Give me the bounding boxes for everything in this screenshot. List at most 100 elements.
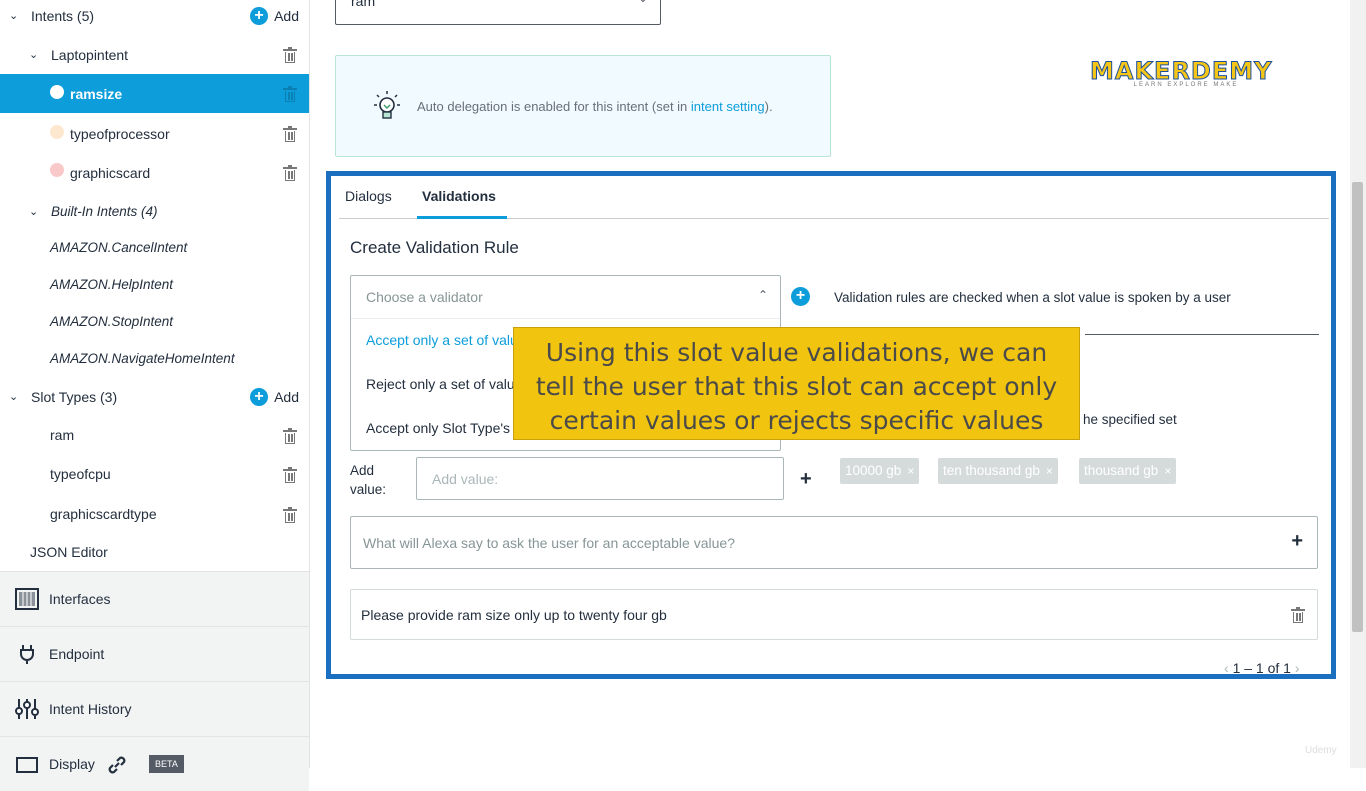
active-tab-indicator — [417, 216, 507, 219]
close-icon[interactable]: × — [1164, 464, 1171, 478]
link-icon[interactable] — [105, 753, 129, 777]
plus-circle-icon: + — [250, 6, 269, 25]
slot-types-header[interactable]: ⌄ Slot Types (3) + Add — [0, 377, 309, 416]
sidebar-item-builtin[interactable]: AMAZON.CancelIntent — [0, 228, 309, 267]
prompt-placeholder: What will Alexa say to ask the user for … — [363, 535, 735, 551]
info-text: Auto delegation is enabled for this inte… — [417, 99, 773, 114]
sidebar-item-slot-type[interactable]: graphicscardtype — [0, 494, 309, 533]
trash-icon[interactable] — [283, 86, 297, 102]
nav-interfaces[interactable]: Interfaces — [0, 571, 309, 626]
pagination-label: 1 – 1 of 1 — [1232, 660, 1291, 676]
intent-name: Laptopintent — [51, 46, 129, 63]
intent-setting-link[interactable]: intent setting — [691, 99, 765, 114]
scrollbar-thumb[interactable] — [1352, 182, 1363, 632]
chevron-left-icon[interactable]: ‹ — [1224, 660, 1229, 676]
chip-label: thousand gb — [1084, 463, 1159, 478]
chevron-down-icon[interactable]: ⌄ — [29, 50, 39, 61]
nav-label: Interfaces — [49, 591, 111, 607]
tab-validations[interactable]: Validations — [422, 188, 496, 204]
value-chip[interactable]: thousand gb × — [1079, 458, 1177, 484]
add-value-label: Add value: — [350, 463, 387, 497]
slot-type-select-value: ram — [351, 0, 376, 9]
makerdemy-logo: MAKERDEMY LEARN EXPLORE MAKE — [1090, 58, 1282, 94]
add-value-input[interactable]: Add value: — [416, 457, 784, 500]
sidebar-item-slot-graphicscard[interactable]: graphicscard — [0, 153, 309, 192]
info-text-main: Auto delegation is enabled for this inte… — [417, 99, 691, 114]
close-icon[interactable]: × — [1046, 464, 1053, 478]
plus-icon[interactable]: + — [1291, 530, 1303, 553]
trash-icon[interactable] — [283, 467, 297, 483]
sidebar-item-slot-type[interactable]: ram — [0, 415, 309, 454]
plus-circle-icon: + — [791, 287, 810, 306]
plug-icon — [20, 645, 34, 664]
video-caption: Using this slot value validations, we ca… — [513, 327, 1080, 440]
chip-label: 10000 gb — [845, 463, 902, 478]
sidebar-item-slot-typeofprocessor[interactable]: typeofprocessor — [0, 114, 309, 153]
nav-label: Intent History — [49, 701, 132, 717]
section-title: Create Validation Rule — [350, 238, 519, 257]
slot-color-dot — [50, 85, 64, 99]
sidebar-item-builtin[interactable]: AMAZON.HelpIntent — [0, 265, 309, 304]
beta-badge: BETA — [149, 755, 184, 773]
builtin-intent-label: AMAZON.CancelIntent — [50, 240, 188, 255]
prompt-response-text: Please provide ram size only up to twent… — [361, 607, 667, 623]
sidebar-item-slot-type[interactable]: typeofcpu — [0, 454, 309, 493]
nav-label: Display — [49, 756, 95, 772]
value-chip[interactable]: 10000 gb × — [840, 458, 920, 484]
slot-type-select[interactable]: ram ⌄ — [335, 0, 661, 25]
trash-icon[interactable] — [283, 47, 297, 63]
trash-icon[interactable] — [283, 428, 297, 444]
chevron-down-icon[interactable]: ⌄ — [9, 11, 19, 22]
add-value-placeholder: Add value: — [432, 471, 499, 487]
slot-color-dot — [50, 125, 64, 139]
trash-icon[interactable] — [1291, 607, 1305, 623]
add-validation-button[interactable]: + — [791, 287, 810, 306]
slot-color-dot — [50, 163, 64, 177]
info-text-tail: ). — [764, 99, 773, 114]
value-chip[interactable]: ten thousand gb × — [938, 458, 1058, 484]
add-value-plus-icon[interactable]: + — [800, 468, 812, 491]
validator-placeholder: Choose a validator — [366, 289, 483, 305]
intents-header[interactable]: ⌄ Intents (5) + Add — [0, 0, 309, 35]
slot-types-label: Slot Types (3) — [31, 388, 118, 405]
specified-set-text: he specified set — [1083, 412, 1177, 427]
add-label: Add — [274, 7, 299, 24]
alexa-prompt-input[interactable]: What will Alexa say to ask the user for … — [350, 516, 1318, 569]
sidebar-item-builtin[interactable]: AMAZON.NavigateHomeIntent — [0, 339, 309, 378]
sidebar-item-slot-ramsize[interactable]: ramsize — [0, 74, 309, 113]
slot-type-label: ram — [50, 426, 75, 443]
slot-type-label: graphicscardtype — [50, 505, 157, 522]
nav-display[interactable]: Display BETA — [0, 736, 309, 791]
add-label: Add — [274, 388, 299, 405]
chevron-right-icon[interactable]: › — [1295, 660, 1300, 676]
chevron-down-icon[interactable]: ⌄ — [29, 207, 39, 218]
close-icon[interactable]: × — [907, 464, 914, 478]
tab-dialogs[interactable]: Dialogs — [345, 188, 392, 204]
sidebar-item-laptopintent[interactable]: ⌄ Laptopintent — [0, 35, 309, 74]
nav-endpoint[interactable]: Endpoint — [0, 626, 309, 681]
intents-header-label: Intents (5) — [31, 7, 95, 24]
pagination: ‹ 1 – 1 of 1 › — [1224, 660, 1300, 676]
chevron-up-icon: ⌃ — [757, 288, 768, 302]
prompt-response-row: Please provide ram size only up to twent… — [350, 589, 1318, 640]
sliders-icon — [15, 699, 39, 719]
trash-icon[interactable] — [283, 165, 297, 181]
display-icon — [16, 757, 38, 773]
builtin-intent-label: AMAZON.NavigateHomeIntent — [50, 351, 235, 366]
add-intent-button[interactable]: + Add — [250, 6, 299, 25]
add-slot-type-button[interactable]: + Add — [250, 387, 299, 406]
trash-icon[interactable] — [283, 507, 297, 523]
slot-label: ramsize — [70, 85, 123, 102]
slot-type-label: typeofcpu — [50, 465, 111, 482]
chevron-down-icon[interactable]: ⌄ — [9, 392, 19, 403]
trash-icon[interactable] — [283, 126, 297, 142]
divider — [1085, 334, 1319, 335]
validator-select[interactable]: Choose a validator ⌃ — [351, 276, 780, 319]
sidebar-item-json-editor[interactable]: JSON Editor — [0, 532, 309, 571]
sidebar-item-builtin[interactable]: AMAZON.StopIntent — [0, 302, 309, 341]
builtin-intent-label: AMAZON.HelpIntent — [50, 277, 174, 292]
auto-delegation-info: Auto delegation is enabled for this inte… — [335, 55, 831, 157]
nav-intent-history[interactable]: Intent History — [0, 681, 309, 736]
builtin-intents-header[interactable]: ⌄ Built-In Intents (4) — [0, 192, 309, 231]
slot-label: typeofprocessor — [70, 125, 170, 142]
